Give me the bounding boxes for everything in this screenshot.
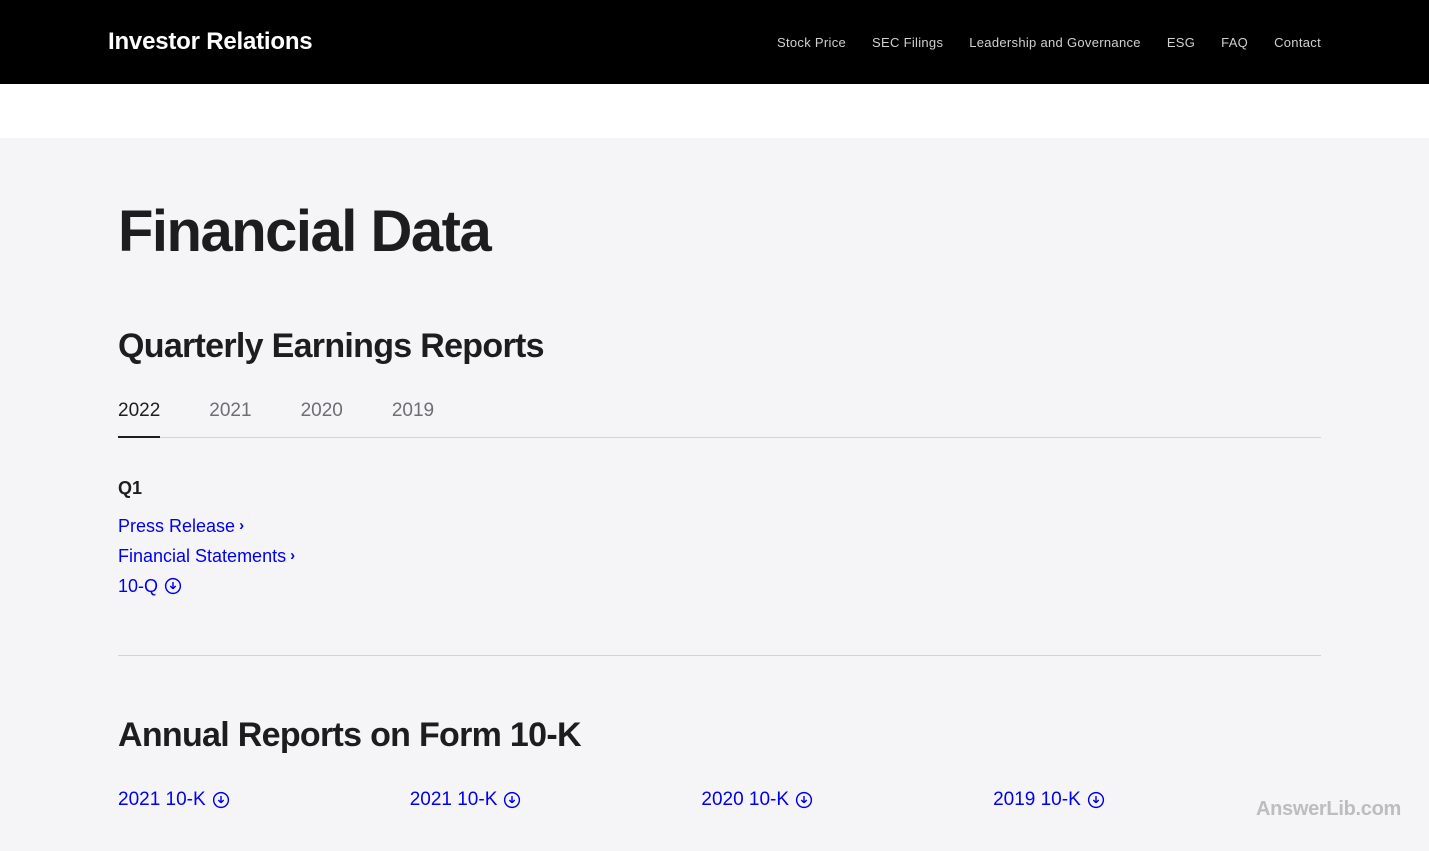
quarter-links: Press Release › Financial Statements › 1…: [118, 511, 1321, 601]
chevron-right-icon: ›: [239, 511, 244, 541]
annual-report-link-0[interactable]: 2021 10-K: [118, 789, 230, 811]
page-title: Financial Data: [118, 198, 1321, 265]
annual-report-link-1[interactable]: 2021 10-K: [410, 789, 522, 811]
quarter-label: Q1: [118, 478, 1321, 499]
link-label: 2020 10-K: [701, 789, 789, 811]
link-label: Press Release: [118, 511, 235, 541]
download-icon: [503, 791, 521, 809]
link-label: 2019 10-K: [993, 789, 1081, 811]
nav-faq[interactable]: FAQ: [1221, 35, 1248, 50]
tab-2019[interactable]: 2019: [392, 400, 434, 437]
download-icon: [795, 791, 813, 809]
download-icon: [1087, 791, 1105, 809]
quarter-block: Q1 Press Release › Financial Statements …: [118, 478, 1321, 601]
financial-statements-link[interactable]: Financial Statements ›: [118, 541, 295, 571]
annual-reports-row: 2021 10-K 2021 10-K 2020: [118, 789, 1321, 811]
nav-leadership-governance[interactable]: Leadership and Governance: [969, 35, 1141, 50]
annual-report-link-2[interactable]: 2020 10-K: [701, 789, 813, 811]
download-icon: [164, 577, 182, 595]
link-label: Financial Statements: [118, 541, 286, 571]
link-label: 2021 10-K: [410, 789, 498, 811]
tab-2020[interactable]: 2020: [301, 400, 343, 437]
quarterly-section: Quarterly Earnings Reports 2022 2021 202…: [118, 327, 1321, 656]
main-content: Financial Data Quarterly Earnings Report…: [0, 138, 1429, 851]
quarterly-heading: Quarterly Earnings Reports: [118, 327, 1321, 366]
nav-stock-price[interactable]: Stock Price: [777, 35, 846, 50]
press-release-link[interactable]: Press Release ›: [118, 511, 244, 541]
tab-2021[interactable]: 2021: [209, 400, 251, 437]
annual-heading: Annual Reports on Form 10-K: [118, 716, 1321, 755]
top-nav: Stock Price SEC Filings Leadership and G…: [777, 35, 1321, 50]
nav-contact[interactable]: Contact: [1274, 35, 1321, 50]
section-divider: [118, 655, 1321, 656]
link-label: 10-Q: [118, 571, 158, 601]
ten-q-link[interactable]: 10-Q: [118, 571, 182, 601]
spacer: [0, 84, 1429, 138]
link-label: 2021 10-K: [118, 789, 206, 811]
chevron-right-icon: ›: [290, 541, 295, 571]
download-icon: [212, 791, 230, 809]
annual-report-link-3[interactable]: 2019 10-K: [993, 789, 1105, 811]
year-tabs: 2022 2021 2020 2019: [118, 400, 1321, 438]
site-title: Investor Relations: [108, 28, 312, 56]
tab-2022[interactable]: 2022: [118, 400, 160, 438]
annual-section: Annual Reports on Form 10-K 2021 10-K 20…: [118, 716, 1321, 811]
nav-esg[interactable]: ESG: [1167, 35, 1195, 50]
nav-sec-filings[interactable]: SEC Filings: [872, 35, 943, 50]
topbar: Investor Relations Stock Price SEC Filin…: [0, 0, 1429, 84]
